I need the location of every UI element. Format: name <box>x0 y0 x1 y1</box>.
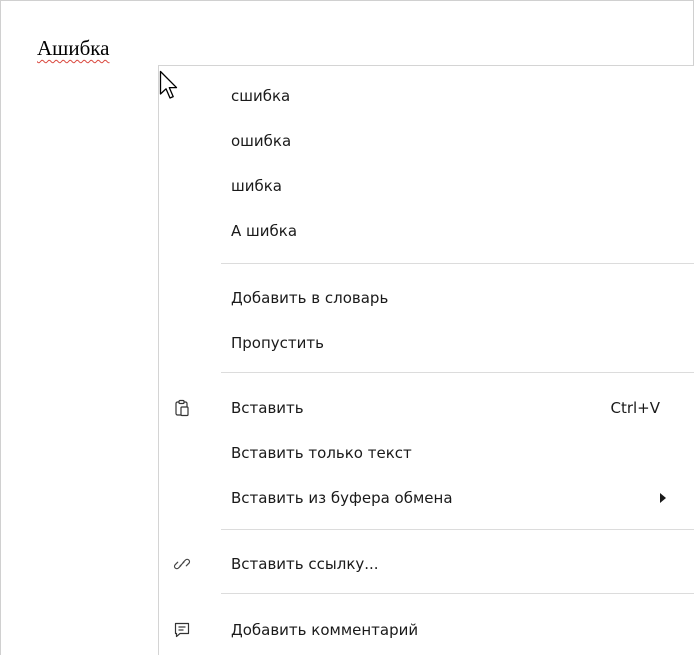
skip-label: Пропустить <box>231 334 324 352</box>
submenu-arrow-icon <box>660 493 666 503</box>
paste-text-only-label: Вставить только текст <box>231 444 412 462</box>
suggestion-label: шибка <box>231 177 282 195</box>
menu-separator <box>221 529 694 530</box>
menu-separator <box>221 372 694 373</box>
add-to-dictionary-item[interactable]: Добавить в словарь <box>159 280 694 316</box>
document-page: Ашибка сшибка ошибка шибка А шибка Добав… <box>0 0 694 655</box>
suggestion-item-1[interactable]: сшибка <box>159 78 694 114</box>
add-comment-label: Добавить комментарий <box>231 621 419 639</box>
link-icon <box>173 558 191 570</box>
suggestion-item-4[interactable]: А шибка <box>159 213 694 249</box>
skip-item[interactable]: Пропустить <box>159 325 694 361</box>
menu-separator <box>221 263 694 264</box>
paste-text-only-item[interactable]: Вставить только текст <box>159 435 694 471</box>
menu-separator <box>221 593 694 594</box>
clipboard-icon <box>175 399 189 417</box>
suggestion-label: А шибка <box>231 222 298 240</box>
suggestion-item-3[interactable]: шибка <box>159 168 694 204</box>
comment-icon <box>174 622 190 638</box>
suggestion-item-2[interactable]: ошибка <box>159 123 694 159</box>
context-menu: сшибка ошибка шибка А шибка Добавить в с… <box>158 65 694 655</box>
insert-link-item[interactable]: Вставить ссылку... <box>159 546 694 582</box>
paste-label: Вставить <box>231 399 304 417</box>
paste-from-clipboard-item[interactable]: Вставить из буфера обмена <box>159 480 694 516</box>
paste-shortcut: Ctrl+V <box>610 399 660 417</box>
paste-item[interactable]: Вставить Ctrl+V <box>159 390 694 426</box>
suggestion-label: сшибка <box>231 87 291 105</box>
misspelled-word[interactable]: Ашибка <box>37 36 109 61</box>
add-to-dictionary-label: Добавить в словарь <box>231 289 389 307</box>
add-comment-item[interactable]: Добавить комментарий <box>159 612 694 648</box>
mouse-pointer-icon <box>159 70 178 99</box>
paste-from-clipboard-label: Вставить из буфера обмена <box>231 489 453 507</box>
insert-link-label: Вставить ссылку... <box>231 555 379 573</box>
suggestion-label: ошибка <box>231 132 292 150</box>
